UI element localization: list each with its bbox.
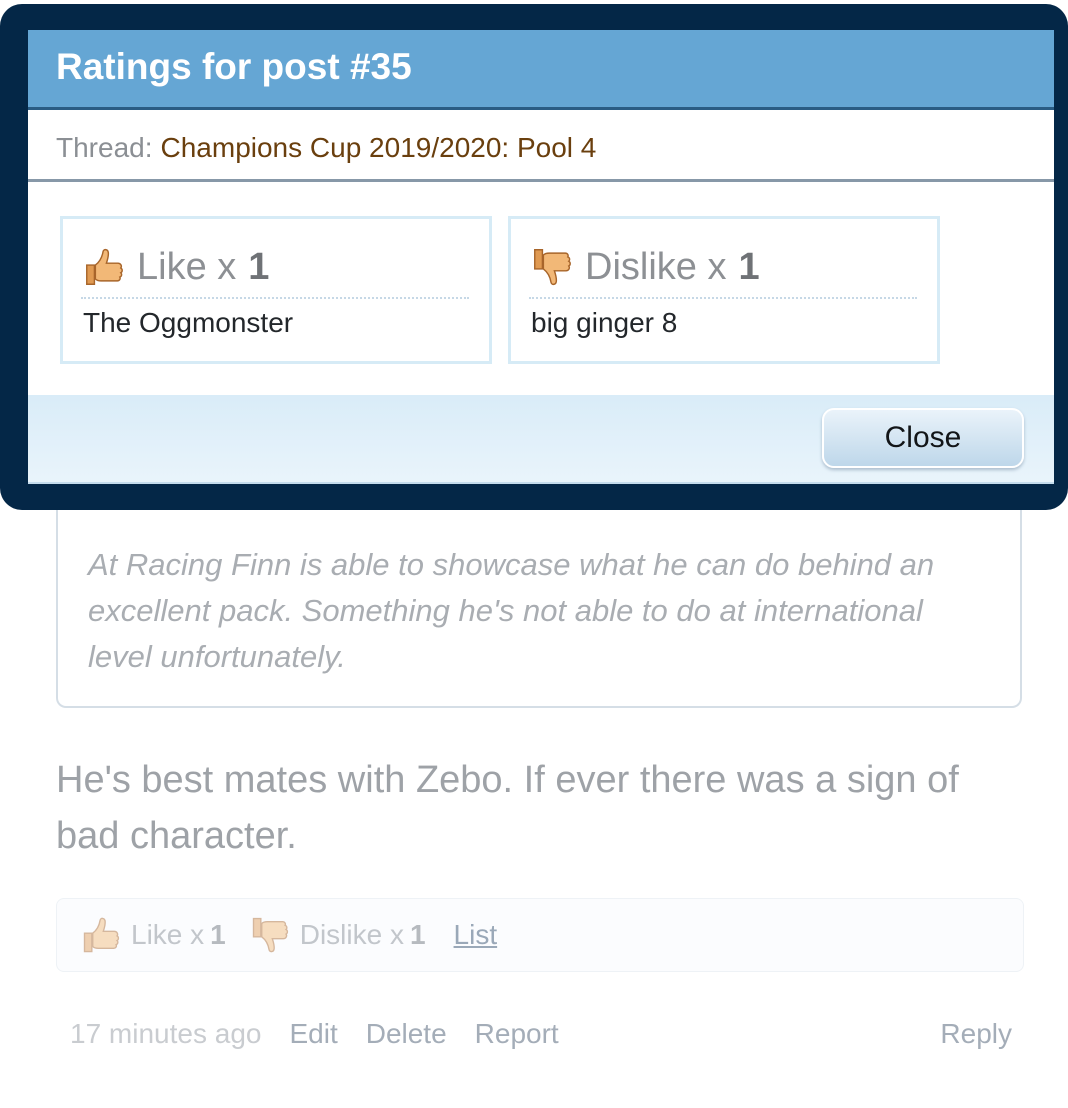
dislike-user-link[interactable]: big ginger 8 bbox=[531, 307, 677, 339]
dialog-title: Ratings for post #35 bbox=[56, 46, 412, 87]
like-card-header: Like x 1 bbox=[81, 237, 469, 299]
thumbs-down-icon bbox=[248, 913, 292, 957]
post-like-count: 1 bbox=[210, 919, 226, 950]
post-footer: 17 minutes ago Edit Delete Report Reply bbox=[70, 1012, 1012, 1056]
edit-link[interactable]: Edit bbox=[289, 1018, 337, 1050]
thread-title-link[interactable]: Champions Cup 2019/2020: Pool 4 bbox=[161, 132, 597, 164]
post-dislike-count: 1 bbox=[409, 919, 426, 950]
post-dislike-label: Dislike x bbox=[299, 919, 404, 950]
post-body-text: He's best mates with Zebo. If ever there… bbox=[56, 759, 959, 857]
dialog-header: Ratings for post #35 bbox=[28, 30, 1054, 110]
dislike-card-header: Dislike x 1 bbox=[529, 237, 917, 299]
dislike-card-count: 1 bbox=[738, 245, 760, 288]
thumbs-up-icon bbox=[81, 244, 127, 290]
thumbs-down-icon bbox=[529, 244, 575, 290]
thread-label: Thread: bbox=[56, 131, 153, 163]
ratings-overlay: Ratings for post #35 Thread: Champions C… bbox=[0, 4, 1068, 510]
post-timestamp: 17 minutes ago bbox=[70, 1018, 262, 1049]
close-button[interactable]: Close bbox=[822, 408, 1024, 468]
like-user-link[interactable]: The Oggmonster bbox=[83, 307, 293, 339]
dislike-card-label: Dislike x bbox=[585, 245, 727, 288]
reply-link[interactable]: Reply bbox=[940, 1018, 1012, 1050]
like-card-label: Like x bbox=[137, 245, 237, 288]
post-like-label: Like x bbox=[131, 919, 205, 950]
post-like-rating[interactable]: Like x 1 bbox=[79, 913, 226, 957]
post-dislike-rating[interactable]: Dislike x 1 bbox=[248, 913, 426, 957]
ratings-list-link[interactable]: List bbox=[454, 919, 498, 951]
thumbs-up-icon bbox=[79, 913, 123, 957]
like-card-count: 1 bbox=[248, 245, 270, 288]
thread-row: Thread: Champions Cup 2019/2020: Pool 4 bbox=[28, 116, 1054, 182]
report-link[interactable]: Report bbox=[475, 1018, 559, 1050]
dislike-rating-card: Dislike x 1 big ginger 8 bbox=[508, 216, 940, 364]
like-rating-card: Like x 1 The Oggmonster bbox=[60, 216, 492, 364]
quote-box: At Racing Finn is able to showcase what … bbox=[56, 490, 1022, 708]
quote-text: At Racing Finn is able to showcase what … bbox=[88, 547, 935, 674]
delete-link[interactable]: Delete bbox=[366, 1018, 447, 1050]
post-rating-bar: Like x 1 Dislike x 1 List bbox=[56, 898, 1024, 972]
ratings-dialog: Ratings for post #35 Thread: Champions C… bbox=[28, 30, 1054, 484]
dialog-footer: Close bbox=[28, 395, 1054, 484]
